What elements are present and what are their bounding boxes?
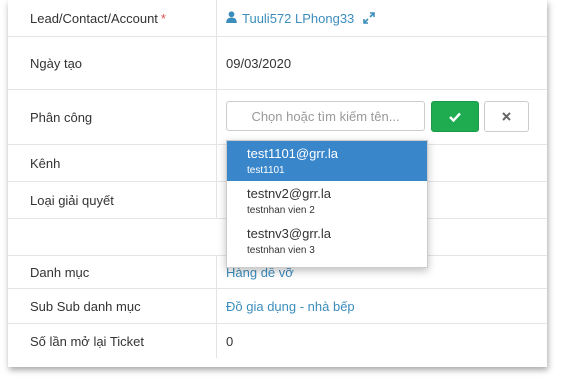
assign-label: Phân công xyxy=(30,109,93,125)
check-icon xyxy=(449,112,461,122)
row-value: 09/03/2020 xyxy=(226,37,547,89)
cancel-button[interactable] xyxy=(484,101,529,132)
required-marker: * xyxy=(160,10,166,26)
reopen-count: 0 xyxy=(226,333,234,349)
row-label: Phân công xyxy=(8,90,217,144)
row-reopen: Số lần mở lại Ticket 0 xyxy=(8,324,547,358)
row-value: Đồ gia dụng - nhà bếp xyxy=(226,289,547,323)
row-label: Loại giải quyết xyxy=(8,182,217,218)
option-name: testnhan vien 3 xyxy=(247,245,315,256)
row-label: Ngày tạo xyxy=(8,37,217,89)
row-lead: Lead/Contact/Account * Tuuli572 LPhong33 xyxy=(8,0,547,37)
option-name: testnhan vien 2 xyxy=(247,205,315,216)
row-label: Danh mục xyxy=(8,256,217,288)
expand-icon[interactable] xyxy=(363,12,376,24)
option-name: test1101 xyxy=(247,165,285,176)
row-value: 0 xyxy=(226,324,547,358)
row-label: Kênh xyxy=(8,145,217,181)
row-assign: Phân công xyxy=(8,90,547,145)
created-label: Ngày tạo xyxy=(30,55,83,71)
confirm-button[interactable] xyxy=(431,101,479,132)
row-label: Số lần mở lại Ticket xyxy=(8,324,217,358)
assignee-search-input[interactable] xyxy=(226,101,425,131)
assignee-dropdown: test1101@grr.la test1101 testnv2@grr.la … xyxy=(226,140,428,268)
dropdown-option[interactable]: test1101@grr.la test1101 xyxy=(227,141,427,181)
ticket-detail-panel: Lead/Contact/Account * Tuuli572 LPhong33 xyxy=(8,0,547,367)
user-icon xyxy=(226,10,237,26)
option-email: testnv2@grr.la xyxy=(247,186,332,201)
reopen-label: Số lần mở lại Ticket xyxy=(30,333,145,349)
lead-name: Tuuli572 LPhong33 xyxy=(242,10,355,26)
row-value: Tuuli572 LPhong33 xyxy=(226,0,547,36)
row-created: Ngày tạo 09/03/2020 xyxy=(8,37,547,90)
lead-label: Lead/Contact/Account xyxy=(30,10,158,26)
created-date: 09/03/2020 xyxy=(226,55,292,71)
dropdown-option[interactable]: testnv3@grr.la testnhan vien 3 xyxy=(227,221,427,261)
lead-link[interactable]: Tuuli572 LPhong33 xyxy=(226,10,376,26)
option-email: test1101@grr.la xyxy=(247,146,339,161)
category-label: Danh mục xyxy=(30,264,90,280)
row-label: Sub Sub danh mục xyxy=(8,289,217,323)
subsub-label: Sub Sub danh mục xyxy=(30,298,141,314)
dropdown-option[interactable]: testnv2@grr.la testnhan vien 2 xyxy=(227,181,427,221)
option-email: testnv3@grr.la xyxy=(247,226,332,241)
row-label: Lead/Contact/Account * xyxy=(8,0,217,36)
row-subsub: Sub Sub danh mục Đồ gia dụng - nhà bếp xyxy=(8,289,547,324)
channel-label: Kênh xyxy=(30,155,61,171)
close-icon xyxy=(502,112,511,121)
subsub-link[interactable]: Đồ gia dụng - nhà bếp xyxy=(226,299,355,314)
resolution-label: Loại giải quyết xyxy=(30,192,114,208)
